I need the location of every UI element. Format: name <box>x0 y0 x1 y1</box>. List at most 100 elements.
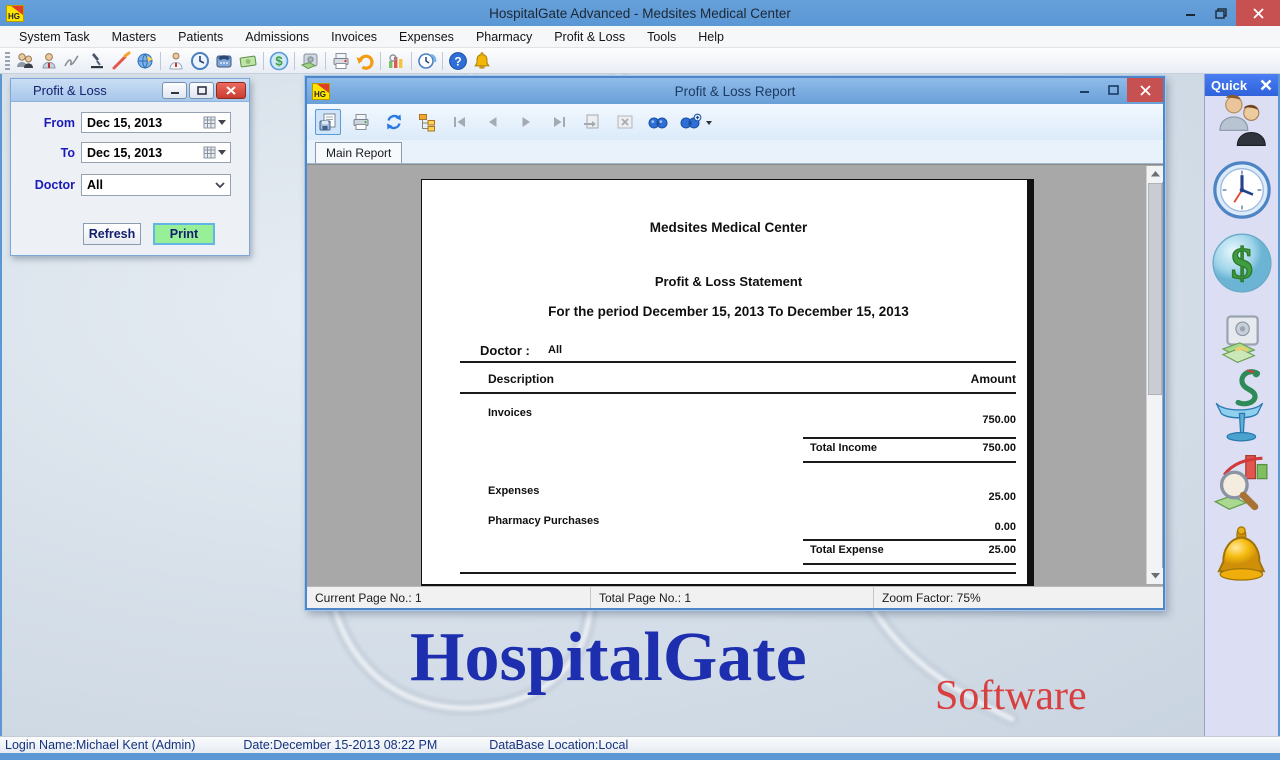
tab-main-report[interactable]: Main Report <box>315 142 402 163</box>
scroll-down-icon[interactable] <box>1147 568 1163 584</box>
report-col-amount: Amount <box>822 372 1016 386</box>
report-maximize-button[interactable] <box>1099 78 1127 102</box>
menu-tools[interactable]: Tools <box>636 26 687 48</box>
to-label: To <box>13 146 75 160</box>
main-statusbar: Login Name:Michael Kent (Admin) Date:Dec… <box>0 736 1280 753</box>
report-viewer: Medsites Medical Center Profit & Loss St… <box>307 164 1163 586</box>
svg-text:$: $ <box>1231 239 1253 288</box>
menu-invoices[interactable]: Invoices <box>320 26 388 48</box>
report-logo-icon: HG <box>312 83 330 100</box>
dialog-maximize-button[interactable] <box>189 82 214 99</box>
dialog-minimize-button[interactable] <box>162 82 187 99</box>
last-page-icon <box>546 109 572 135</box>
quick-panel-title: Quick <box>1211 78 1247 93</box>
report-search-icon[interactable] <box>1211 448 1273 522</box>
money-icon[interactable] <box>236 50 260 72</box>
report-row-amount: 0.00 <box>822 521 1016 533</box>
dialog-title: Profit & Loss <box>33 83 107 98</box>
scroll-up-icon[interactable] <box>1147 166 1163 182</box>
menu-system-task[interactable]: System Task <box>8 26 101 48</box>
user-icon[interactable] <box>37 50 61 72</box>
printer-icon[interactable] <box>329 50 353 72</box>
globe-icon[interactable] <box>133 50 157 72</box>
backup-clock-icon[interactable] <box>415 50 439 72</box>
export-icon[interactable] <box>315 109 341 135</box>
watermark-software: Software <box>935 672 1087 720</box>
safe-icon[interactable] <box>298 50 322 72</box>
menu-patients[interactable]: Patients <box>167 26 234 48</box>
zoom-icon[interactable] <box>678 109 716 135</box>
report-close-button[interactable] <box>1127 78 1163 102</box>
database-location-status: DataBase Location:Local <box>489 738 628 752</box>
date-status: Date:December 15-2013 08:22 PM <box>243 738 437 752</box>
refresh-icon[interactable] <box>381 109 407 135</box>
prev-page-icon <box>480 109 506 135</box>
window-title: HospitalGate Advanced - Medsites Medical… <box>0 6 1280 21</box>
menu-help[interactable]: Help <box>687 26 735 48</box>
to-date-field[interactable] <box>81 142 231 163</box>
doctor-icon[interactable] <box>164 50 188 72</box>
pen-icon[interactable] <box>109 50 133 72</box>
report-period: For the period December 15, 2013 To Dece… <box>422 304 1035 319</box>
clock-icon[interactable] <box>188 50 212 72</box>
phone-icon[interactable] <box>212 50 236 72</box>
from-calendar-icon[interactable] <box>203 116 230 129</box>
total-page-status: Total Page No.: 1 <box>591 587 874 608</box>
refresh-button[interactable]: Refresh <box>83 223 141 245</box>
quick-panel: Quick $ <box>1204 74 1278 736</box>
report-row-amount: 25.00 <box>822 491 1016 503</box>
restore-button[interactable] <box>1206 0 1236 26</box>
doctor-dropdown[interactable]: All <box>81 174 231 196</box>
menu-profit-loss[interactable]: Profit & Loss <box>543 26 636 48</box>
pharmacy-icon[interactable] <box>1211 366 1273 448</box>
doctor-label: Doctor <box>13 178 75 192</box>
doctor-dropdown-value: All <box>82 178 103 192</box>
menu-expenses[interactable]: Expenses <box>388 26 465 48</box>
next-page-icon <box>513 109 539 135</box>
scrollbar-thumb[interactable] <box>1148 183 1162 395</box>
menu-admissions[interactable]: Admissions <box>234 26 320 48</box>
dialog-close-button[interactable] <box>216 82 246 99</box>
find-icon[interactable] <box>645 109 671 135</box>
cancel-icon <box>612 109 638 135</box>
from-date-field[interactable] <box>81 112 231 133</box>
report-company: Medsites Medical Center <box>422 220 1035 235</box>
users-icon[interactable] <box>13 50 37 72</box>
report-minimize-button[interactable] <box>1071 78 1099 102</box>
report-col-description: Description <box>488 372 554 386</box>
microscope-icon[interactable] <box>85 50 109 72</box>
cash-safe-icon[interactable] <box>1215 312 1269 368</box>
close-button[interactable] <box>1236 0 1280 26</box>
goto-page-icon <box>579 109 605 135</box>
watermark-brand: HospitalGate <box>410 618 807 698</box>
bell-icon[interactable] <box>470 50 494 72</box>
undo-icon[interactable] <box>353 50 377 72</box>
to-date-input[interactable] <box>82 146 194 160</box>
first-page-icon <box>447 109 473 135</box>
chart-icon[interactable] <box>384 50 408 72</box>
login-name-status: Login Name:Michael Kent (Admin) <box>5 738 195 752</box>
alerts-bell-icon[interactable] <box>1212 526 1272 614</box>
svg-text:?: ? <box>454 54 461 68</box>
report-tab-strip: Main Report <box>307 140 1163 164</box>
clock-icon[interactable] <box>1211 158 1273 222</box>
quick-close-icon[interactable] <box>1260 79 1272 91</box>
minimize-button[interactable] <box>1176 0 1206 26</box>
report-scrollbar[interactable] <box>1146 166 1162 584</box>
dialog-titlebar[interactable]: Profit & Loss <box>11 79 249 102</box>
dollar-coin-icon[interactable]: $ <box>267 50 291 72</box>
menu-pharmacy[interactable]: Pharmacy <box>465 26 543 48</box>
print-icon[interactable] <box>348 109 374 135</box>
billing-icon[interactable]: $ <box>1209 228 1275 298</box>
report-titlebar[interactable]: HG Profit & Loss Report <box>307 78 1163 104</box>
report-row-label: Invoices <box>488 407 532 419</box>
patients-icon[interactable] <box>1214 92 1270 150</box>
report-statusbar: Current Page No.: 1 Total Page No.: 1 Zo… <box>307 586 1163 608</box>
signature-icon[interactable] <box>61 50 85 72</box>
to-calendar-icon[interactable] <box>203 146 230 159</box>
help-icon[interactable]: ? <box>446 50 470 72</box>
group-tree-icon[interactable] <box>414 109 440 135</box>
print-button[interactable]: Print <box>153 223 215 245</box>
menu-masters[interactable]: Masters <box>101 26 167 48</box>
from-date-input[interactable] <box>82 116 194 130</box>
